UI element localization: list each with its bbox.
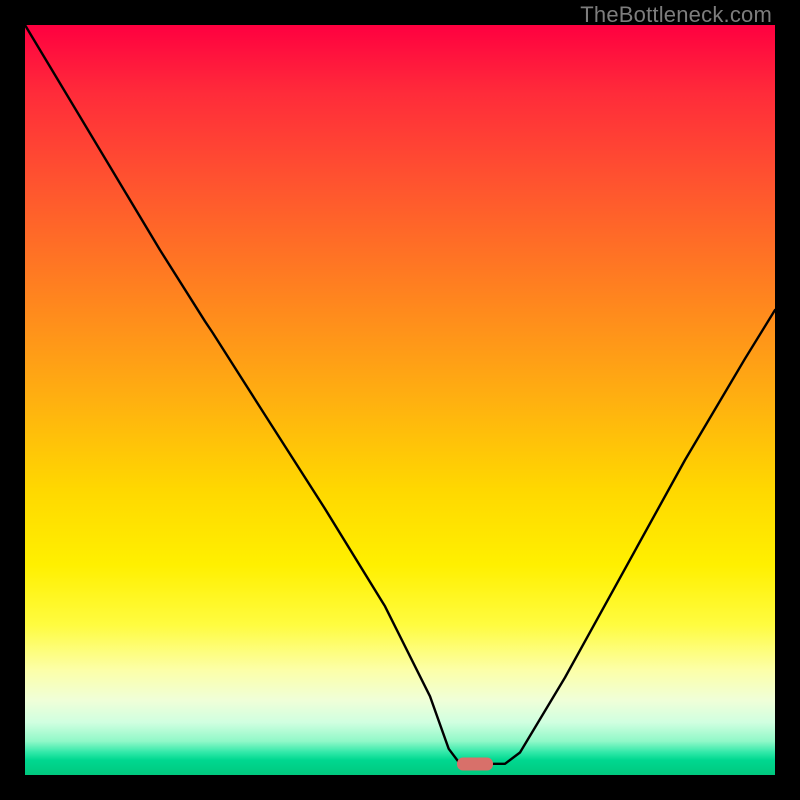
optimal-marker xyxy=(457,757,493,770)
bottleneck-curve xyxy=(25,25,775,775)
chart-frame: TheBottleneck.com xyxy=(0,0,800,800)
plot-area xyxy=(25,25,775,775)
